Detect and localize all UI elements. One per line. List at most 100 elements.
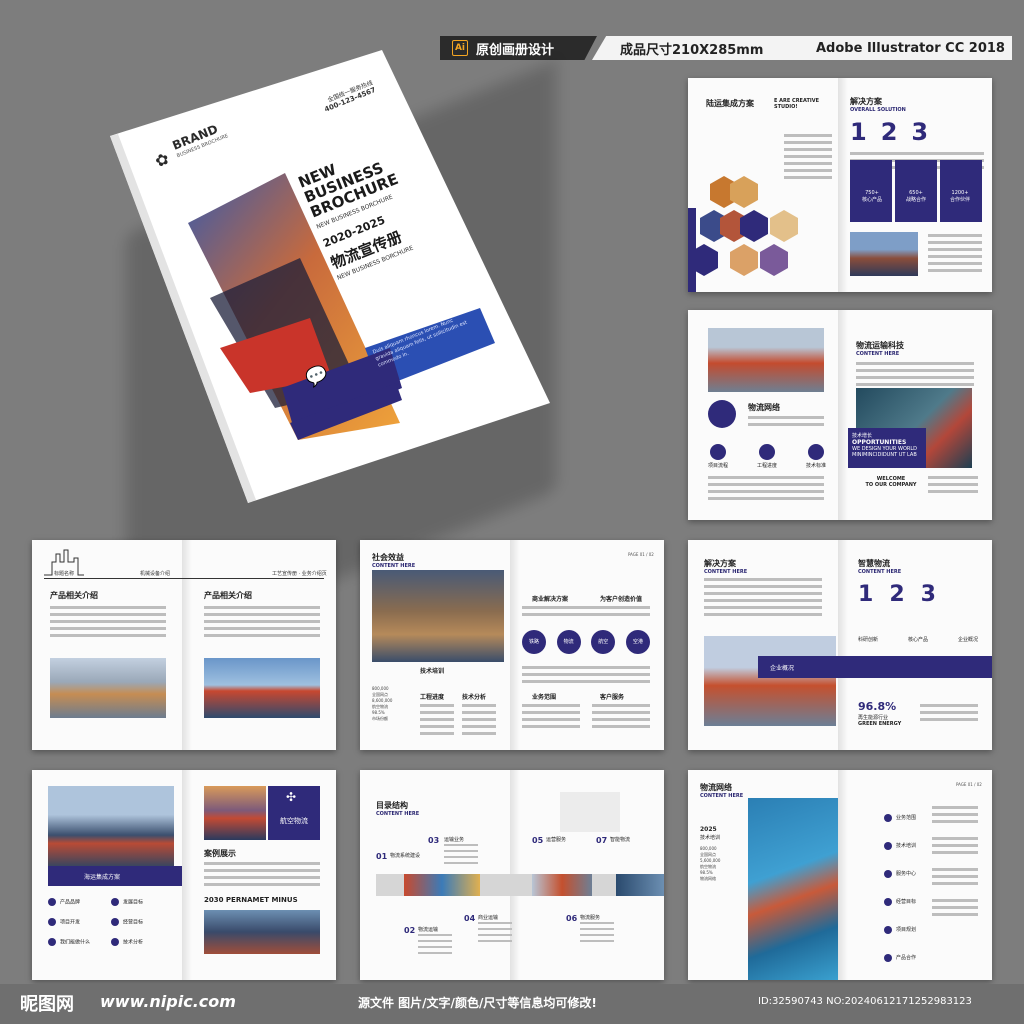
s3-title-right: 产品相关介绍	[204, 591, 252, 600]
s8-icon-6	[884, 953, 892, 962]
s4-title: 社会效益 CONTENT HERE	[372, 553, 416, 569]
s5-right-title: 智慧物流 CONTENT HERE	[858, 559, 902, 575]
s5-percent-cn: 再生能源行业	[858, 715, 889, 721]
s8-icon-5	[884, 925, 892, 934]
s2-icon-1	[710, 444, 726, 460]
s7-photo-2	[532, 874, 592, 896]
s8-icon-1	[884, 813, 892, 822]
s2-crane-photo	[708, 328, 824, 392]
s2-icon-label-2: 工程进度	[756, 463, 777, 469]
s6-band-label: 海运集成方案	[84, 874, 121, 881]
s6-pernament: 2030 PERNAMET MINUS	[204, 896, 298, 904]
spread-smart: 解决方案 CONTENT HERE 企业概况 智慧物流 CONTENT HERE 1…	[688, 540, 992, 750]
s8-year: 2025	[700, 826, 717, 833]
s4-stat-6: 市场份额	[372, 716, 388, 721]
s7-num-1: 01	[376, 852, 388, 861]
s6-icon-4	[111, 918, 119, 926]
s6-icon-6	[111, 938, 119, 946]
s4-circle-4: 空港	[625, 630, 650, 654]
s6-icon-label-1: 产品品牌	[60, 899, 81, 906]
s1-stat-label-1: 核心产品	[861, 197, 882, 203]
s8-item-5: 项目规划	[896, 927, 917, 933]
s7-head-7: 智能物流	[610, 837, 631, 843]
s7-num-3: 03	[428, 836, 440, 845]
s2-icon-2	[758, 444, 775, 460]
s6-icon-label-4: 经营目标	[123, 919, 144, 926]
s1-numbers: 123	[850, 118, 943, 146]
s4-item-2: 为客户创造价值	[600, 596, 643, 603]
s6-case: 案例展示	[204, 849, 236, 858]
s5-percent-en: GREEN ENERGY	[858, 721, 902, 727]
s5-left-title: 解决方案 CONTENT HERE	[704, 559, 748, 575]
s4-circle-2: 物流	[556, 630, 581, 654]
s7-num-2: 02	[404, 926, 416, 935]
s7-head-2: 物流运输	[418, 927, 439, 933]
spread-ocean: 海运集成方案 产品品牌 发展目标 项目开发 经营目标 我们能做什么 技术分析 航…	[32, 770, 336, 980]
s8-year-label: 技术培训	[700, 835, 721, 841]
s7-num-6: 06	[566, 914, 578, 923]
s6-icon-label-6: 技术分析	[123, 939, 144, 946]
s4-circle-3: 航空	[591, 630, 616, 654]
s7-head-6: 物流服务	[580, 915, 601, 921]
s2-icon-label-3: 技术标准	[805, 463, 826, 469]
s7-title: 目录结构 CONTENT HERE	[376, 801, 420, 817]
s7-head-4: 商业运输	[478, 915, 499, 921]
s8-item-2: 技术培训	[896, 843, 917, 849]
s8-icon-4	[884, 897, 892, 906]
s4-col-1: 工程进度	[420, 694, 445, 701]
s6-icon-5	[48, 938, 56, 946]
s2-icon-3	[807, 444, 824, 460]
s6-ship-photo	[204, 786, 266, 840]
s5-crane-photo	[704, 636, 836, 726]
s7-num-5: 05	[532, 836, 544, 845]
spread-contents: 目录结构 CONTENT HERE 01 物流系统建设 03 运输业务 05 运营…	[360, 770, 664, 980]
s1-right-title: 解决方案 OVERALL SOLUTION	[850, 97, 906, 113]
s4-circle-1: 铁路	[522, 630, 546, 654]
s8-stat-6: 物流网络	[700, 876, 716, 881]
hexagon-collage	[690, 176, 798, 276]
s1-left-title: 陆运集成方案	[706, 99, 754, 108]
s7-photo-3	[616, 874, 664, 896]
s5-percent: 96.8%	[858, 700, 897, 713]
footer-note: 源文件 图片/文字/颜色/尺寸等信息均可修改!	[358, 996, 597, 1010]
spread-logistics: 物流网络 CONTENT HERE 2025 技术培训 800,000 全国网点 …	[688, 770, 992, 980]
spread-benefits: 社会效益 CONTENT HERE 技术培训 800,000 全国网点 8,600…	[360, 540, 664, 750]
software-label: Adobe Illustrator CC 2018	[816, 40, 1005, 56]
s3-right-label: 工艺宣传册 · 业务介绍页	[272, 571, 327, 577]
s5-numbers: 123	[858, 582, 952, 607]
s6-icon-label-5: 我们能做什么	[60, 939, 91, 946]
footer-url: www.nipic.com	[100, 992, 236, 1011]
s7-head-1: 物流系统建设	[390, 853, 421, 859]
s4-tech: 技术培训	[420, 668, 445, 675]
s4-item-1: 商业解决方案	[532, 596, 569, 603]
s7-num-4: 04	[464, 914, 476, 923]
s1-left-tag: E ARE CREATIVE STUDIO!	[774, 98, 820, 110]
s8-title: 物流网络 CONTENT HERE	[700, 783, 744, 799]
s2-banner-en: OPPORTUNITIES	[852, 439, 907, 446]
s2-right-title: 物流运输科技 CONTENT HERE	[856, 341, 904, 357]
s5-band-label: 企业概况	[770, 665, 795, 672]
s1-port-photo	[850, 232, 918, 276]
software-tag: Adobe Illustrator CC 2018	[804, 36, 1012, 60]
s4-warehouse-photo	[372, 570, 504, 662]
s1-stat-label-2: 战略合作	[905, 197, 926, 203]
s7-head-5: 运营服务	[546, 837, 567, 843]
spread-network: 物流网络 项目流程 工程进度 技术标准 物流运输科技 CONTENT HERE 技…	[688, 310, 992, 520]
spread-solution: 陆运集成方案 E ARE CREATIVE STUDIO! 解决方案 OVERAL…	[688, 78, 992, 292]
s3-title-left: 产品相关介绍	[50, 591, 98, 600]
s3-warehouse-photo	[50, 658, 166, 718]
s8-item-6: 产品合作	[896, 955, 917, 961]
s4-bullet-1: 业务范围	[532, 694, 557, 701]
size-label: 成品尺寸210X285mm	[620, 42, 764, 58]
s6-icon-2	[111, 898, 119, 906]
s7-head-3: 运输业务	[444, 837, 465, 843]
s8-item-3: 服务中心	[896, 871, 917, 877]
s2-icon-label-1: 项目流程	[708, 463, 729, 469]
s5-label-3: 企业概况	[957, 637, 978, 643]
s2-banner-line2: MINIMINCIDIDUNT UT LAB	[852, 452, 917, 458]
s7-num-7: 07	[596, 836, 608, 845]
footer-id: ID:32590743 NO:20240612171252983123	[758, 996, 972, 1007]
s6-icon-label-3: 项目开发	[60, 919, 81, 926]
s8-item-4: 经营目标	[896, 899, 917, 905]
s6-icon-1	[48, 898, 56, 906]
